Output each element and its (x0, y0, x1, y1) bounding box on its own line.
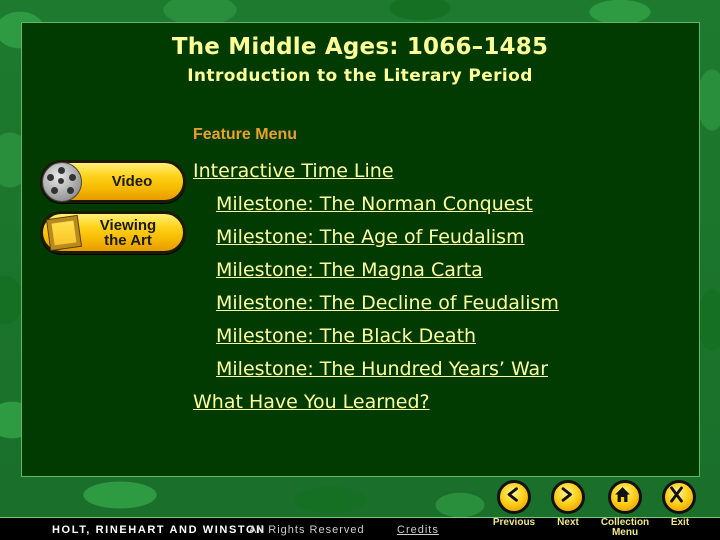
home-icon (615, 487, 630, 502)
page-subtitle: Introduction to the Literary Period (187, 66, 533, 86)
chevron-left-icon (507, 487, 518, 502)
picture-frame-icon (45, 214, 83, 252)
link-milestone-magna-carta[interactable]: Milestone: The Magna Carta (216, 259, 483, 281)
exit-label[interactable]: Exit (664, 518, 696, 528)
link-interactive-time-line[interactable]: Interactive Time Line (193, 160, 394, 182)
publisher-name: HOLT, RINEHART AND WINSTON (52, 524, 266, 536)
link-milestone-black-death[interactable]: Milestone: The Black Death (216, 325, 476, 347)
chevron-right-icon (561, 487, 572, 502)
link-milestone-age-of-feudalism[interactable]: Milestone: The Age of Feudalism (216, 226, 525, 248)
page-title: The Middle Ages: 1066–1485 (171, 34, 549, 60)
collection-menu-button[interactable] (608, 480, 642, 514)
film-reel-icon (42, 162, 82, 202)
collection-menu-label[interactable]: Collection Menu (596, 518, 654, 538)
rights-text: All Rights Reserved (249, 524, 365, 536)
next-button[interactable] (551, 480, 585, 514)
exit-button[interactable] (662, 480, 696, 514)
viewing-the-art-button-label: Viewing the Art (99, 216, 157, 249)
previous-button[interactable] (497, 480, 531, 514)
feature-menu-heading: Feature Menu (193, 126, 298, 143)
next-label[interactable]: Next (550, 518, 586, 528)
video-button-label: Video (111, 173, 153, 190)
viewing-the-art-button[interactable]: Viewing the Art (40, 211, 186, 254)
video-button[interactable]: Video (40, 160, 186, 203)
close-icon (670, 486, 683, 503)
link-what-have-you-learned[interactable]: What Have You Learned? (193, 391, 430, 413)
link-milestone-norman-conquest[interactable]: Milestone: The Norman Conquest (216, 193, 533, 215)
credits-link[interactable]: Credits (397, 524, 439, 536)
link-milestone-decline-of-feudalism[interactable]: Milestone: The Decline of Feudalism (216, 292, 559, 314)
link-milestone-hundred-years-war[interactable]: Milestone: The Hundred Years’ War (216, 358, 548, 380)
previous-label[interactable]: Previous (488, 518, 540, 528)
